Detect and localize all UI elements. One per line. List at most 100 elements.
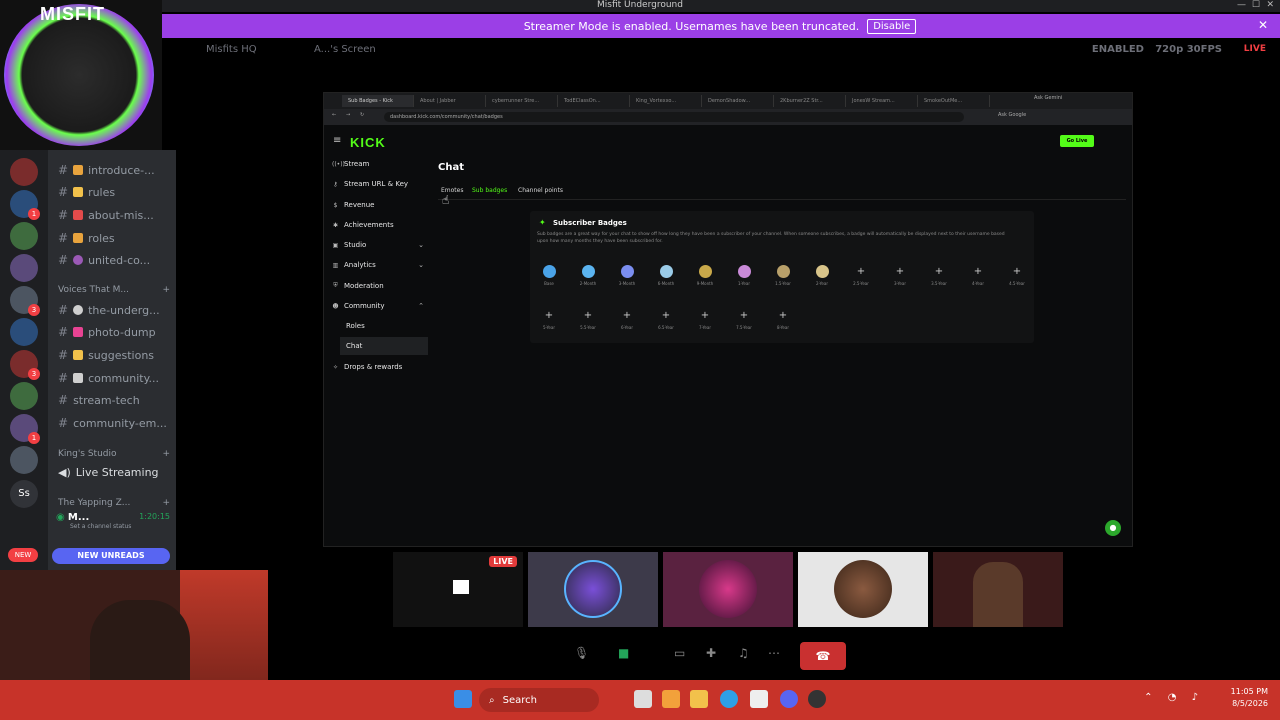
add-channel-icon[interactable]: +	[162, 449, 170, 459]
sub-badge-slot[interactable]: +6.5-Year	[651, 309, 681, 330]
browser-tab[interactable]: 2Kburner2Z Str...	[774, 95, 846, 107]
browser-tab[interactable]: About | Jabber	[414, 95, 486, 107]
server-icon[interactable]: 1	[10, 190, 40, 220]
help-chat-icon[interactable]: ●	[1105, 520, 1121, 536]
channel-item[interactable]: # suggestions	[58, 345, 170, 365]
server-icon[interactable]: 3	[10, 286, 40, 316]
maximize-icon[interactable]: ☐	[1252, 0, 1260, 10]
channel-item[interactable]: # about-mis...	[58, 205, 170, 225]
sub-badge-slot[interactable]: +7.5-Year	[729, 309, 759, 330]
channel-item[interactable]: # rules	[58, 182, 170, 202]
browser-tab[interactable]: TodEClassOn...	[558, 95, 630, 107]
server-icon[interactable]: 1	[10, 414, 40, 444]
system-tray[interactable]: ⌃ ◔ ♪	[1144, 692, 1204, 703]
category-voices[interactable]: Voices That M... +	[58, 285, 170, 295]
more-icon[interactable]: ⋯	[768, 646, 780, 660]
windows-start-icon[interactable]	[454, 690, 472, 708]
sub-badge-slot[interactable]: +3.5-Year	[924, 265, 954, 286]
nav-stream-url-key[interactable]: ⚷ Stream URL & Key	[332, 175, 428, 193]
obs-icon[interactable]	[808, 690, 826, 708]
sub-badge-slot[interactable]: +5.5-Year	[573, 309, 603, 330]
channel-item[interactable]: # stream-tech	[58, 390, 170, 410]
new-unreads-button[interactable]: NEW UNREADS	[52, 548, 170, 564]
task-view-icon[interactable]	[634, 690, 652, 708]
add-channel-icon[interactable]: +	[162, 285, 170, 295]
browser-tab[interactable]: JonesW Stream...	[846, 95, 918, 107]
sub-badge-slot[interactable]: 1.5-Year	[768, 265, 798, 286]
sub-badge-slot[interactable]: +5-Year	[534, 309, 564, 330]
store-icon[interactable]	[750, 690, 768, 708]
url-field[interactable]: dashboard.kick.com/community/chat/badges	[384, 112, 964, 122]
microphone-icon[interactable]: 🎙	[574, 646, 589, 660]
channel-item[interactable]: # united-co...	[58, 250, 170, 270]
channel-item[interactable]: # introduce-...	[58, 160, 170, 180]
nav-analytics[interactable]: ▥ Analytics ⌄	[332, 256, 428, 274]
channel-item[interactable]: # the-underg...	[58, 300, 170, 320]
reload-icon[interactable]: ↻	[360, 112, 364, 118]
channel-item[interactable]: # community-em...	[58, 413, 170, 433]
stream-tile[interactable]	[528, 552, 658, 627]
channel-item[interactable]: # photo-dump	[58, 322, 170, 342]
add-channel-icon[interactable]: +	[162, 498, 170, 508]
taskbar-clock[interactable]: 11:05 PM 8/5/2026	[1231, 686, 1268, 710]
sub-badge-slot[interactable]: +4-Year	[963, 265, 993, 286]
nav-community[interactable]: ☻ Community ⌃	[332, 297, 428, 315]
server-icon[interactable]	[10, 446, 38, 474]
disable-streamer-mode-button[interactable]: Disable	[867, 18, 917, 34]
sub-badge-slot[interactable]: 2-Month	[573, 265, 603, 286]
copilot-icon[interactable]	[662, 690, 680, 708]
nav-chat[interactable]: Chat	[340, 337, 428, 355]
voice-user-entry[interactable]: ◉ M... 1:20:15 Set a channel status	[56, 512, 172, 542]
stream-tile[interactable]	[933, 552, 1063, 627]
voice-channel-live-streaming[interactable]: ◀) Live Streaming	[58, 462, 170, 482]
minimize-icon[interactable]: —	[1237, 0, 1246, 10]
sub-badge-slot[interactable]: 3-Month	[612, 265, 642, 286]
browser-tab[interactable]: King_Vortexxo...	[630, 95, 702, 107]
server-initials-icon[interactable]: Ss	[10, 480, 38, 508]
channel-status-text[interactable]: Set a channel status	[70, 523, 172, 530]
sub-badge-slot[interactable]: 6-Month	[651, 265, 681, 286]
activities-icon[interactable]: ✚	[706, 646, 716, 660]
sub-badge-slot[interactable]: 2-Year	[807, 265, 837, 286]
close-banner-icon[interactable]: ✕	[1258, 18, 1268, 32]
edge-icon[interactable]	[720, 690, 738, 708]
file-explorer-icon[interactable]	[690, 690, 708, 708]
server-icon[interactable]	[10, 222, 38, 250]
browser-tab[interactable]: DemonShadow...	[702, 95, 774, 107]
close-window-icon[interactable]: ✕	[1266, 0, 1274, 10]
stream-tile[interactable]	[798, 552, 928, 627]
nav-roles[interactable]: Roles	[346, 317, 428, 335]
server-icon[interactable]	[10, 382, 38, 410]
menu-icon[interactable]: ≡	[333, 135, 341, 146]
sub-badge-slot[interactable]: Base	[534, 265, 564, 286]
channel-item[interactable]: # roles	[58, 228, 170, 248]
nav-revenue[interactable]: $ Revenue	[332, 196, 428, 214]
discord-icon[interactable]	[780, 690, 798, 708]
server-icon[interactable]	[10, 158, 38, 186]
kick-logo[interactable]: KICK	[350, 135, 386, 150]
screen-share-icon[interactable]: ▭	[674, 646, 685, 660]
category-kings-studio[interactable]: King's Studio +	[58, 449, 170, 459]
sub-badge-slot[interactable]: +8-Year	[768, 309, 798, 330]
nav-achievements[interactable]: ✱ Achievements	[332, 216, 428, 234]
tab-sub-badges[interactable]: Sub badges	[472, 187, 507, 194]
server-icon[interactable]: 3	[10, 350, 40, 380]
camera-icon[interactable]: ■	[618, 646, 629, 660]
tab-channel-points[interactable]: Channel points	[518, 187, 563, 194]
nav-drops-rewards[interactable]: ✧ Drops & rewards	[332, 358, 428, 376]
new-pill[interactable]: NEW	[8, 548, 38, 562]
ask-gemini-button[interactable]: Ask Gemini	[1034, 95, 1062, 101]
sub-badge-slot[interactable]: +7-Year	[690, 309, 720, 330]
soundboard-icon[interactable]: ♫	[738, 646, 749, 660]
browser-tab[interactable]: SmokeOutMe...	[918, 95, 990, 107]
sub-badge-slot[interactable]: +2.5-Year	[846, 265, 876, 286]
browser-tab[interactable]: cyberrunner Stre...	[486, 95, 558, 107]
stream-tile[interactable]	[663, 552, 793, 627]
ask-google-button[interactable]: Ask Google	[998, 112, 1026, 118]
nav-moderation[interactable]: ⛨ Moderation	[332, 277, 428, 295]
go-live-button[interactable]: Go Live	[1060, 135, 1094, 147]
taskbar-search[interactable]: ⌕ Search	[479, 688, 599, 712]
forward-icon[interactable]: →	[346, 112, 350, 118]
server-icon[interactable]	[10, 318, 38, 346]
sub-badge-slot[interactable]: +4.5-Year	[1002, 265, 1032, 286]
